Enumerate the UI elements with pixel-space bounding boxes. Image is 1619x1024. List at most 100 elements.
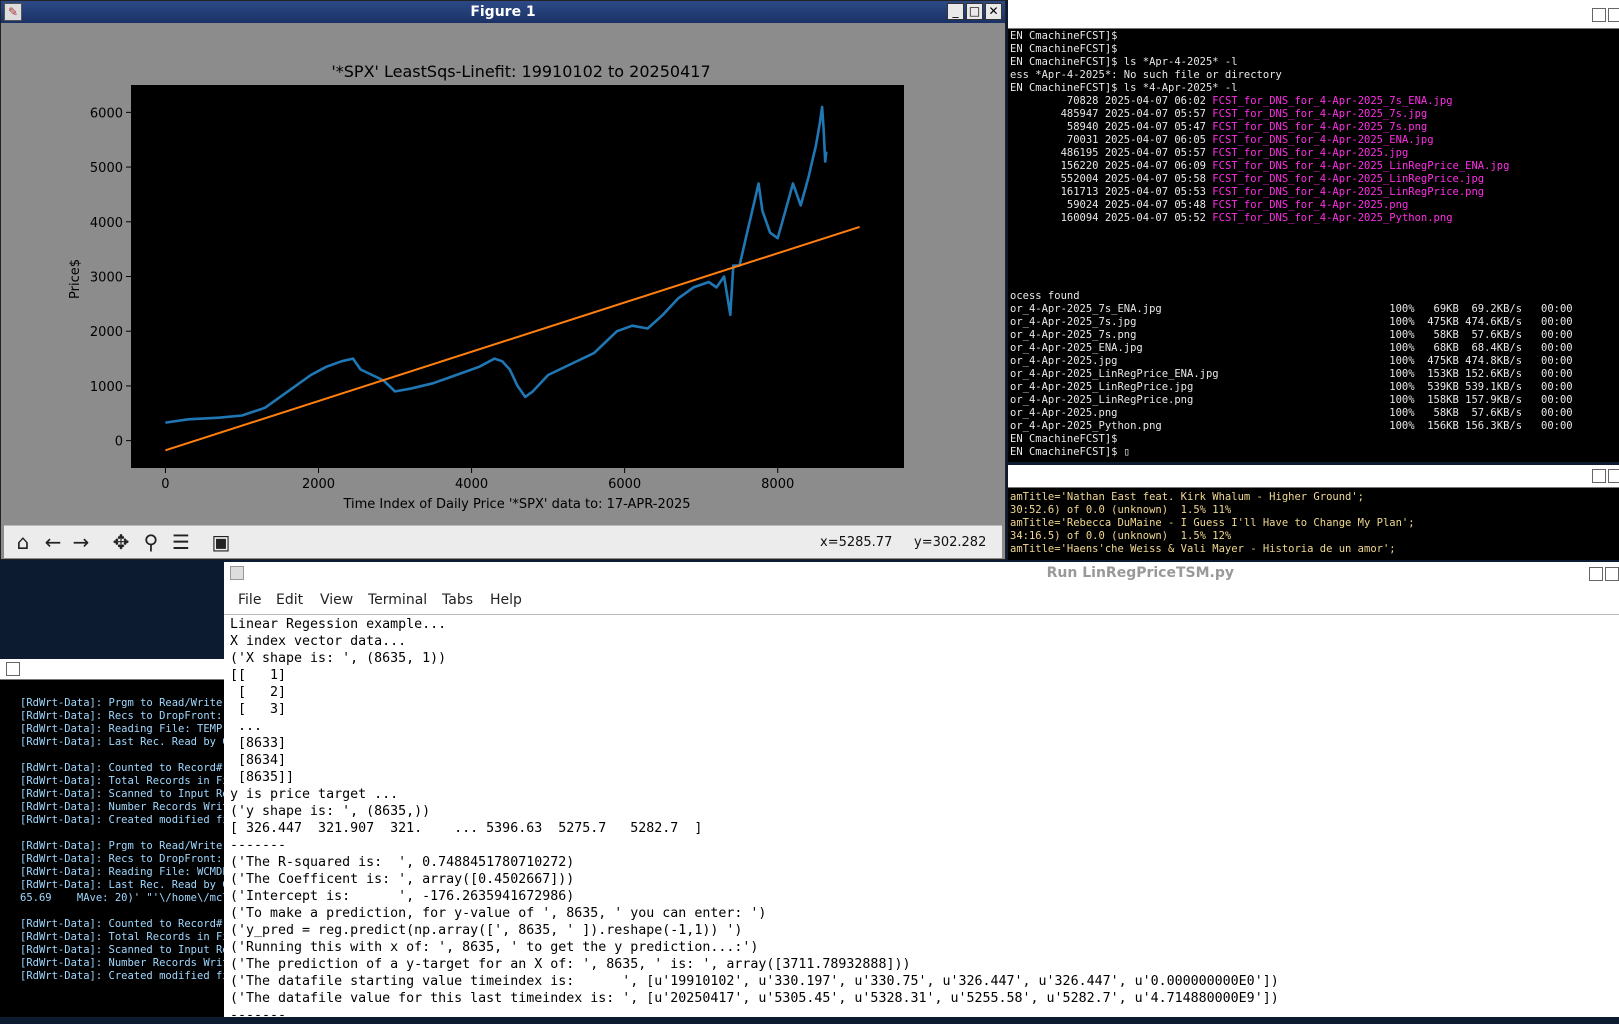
menu-edit[interactable]: Edit	[276, 592, 303, 608]
line-text: or_4-Apr-2025_LinRegPrice.png 100% 158KB…	[1010, 394, 1573, 406]
file-name: FCST_for_DNS_for_4-Apr-2025_Python.png	[1212, 212, 1453, 224]
minimize-button[interactable]	[1592, 469, 1606, 483]
terminal-line: 65.69 MAve: 20)' "'\/home\/mcl\	[20, 892, 235, 904]
back-arrow-icon[interactable]: ←	[40, 530, 66, 554]
y-axis-label: Price$	[68, 259, 83, 299]
minimize-button[interactable]	[1589, 567, 1603, 581]
terminal-line: or_4-Apr-2025_LinRegPrice.png 100% 158KB…	[1010, 394, 1619, 407]
y-tick-label: 0	[115, 435, 123, 450]
menu-file[interactable]: File	[238, 592, 261, 608]
terminal-line: ('y shape is: ', (8635,))	[230, 804, 431, 819]
terminal-titlebar[interactable]	[1008, 465, 1619, 488]
menu-help[interactable]: Help	[490, 592, 522, 608]
terminal-line: [RdWrt-Data]: Counted to Record#	[20, 762, 223, 774]
line-text: EN CmachineFCST]$	[1010, 30, 1118, 42]
terminal-titlebar[interactable]	[0, 659, 228, 680]
menu-tabs[interactable]: Tabs	[442, 592, 473, 608]
terminal-line: ('The Coefficent is: ', array([0.4502667…	[230, 872, 575, 887]
file-name: FCST_for_DNS_for_4-Apr-2025_7s_ENA.jpg	[1212, 95, 1453, 107]
save-icon[interactable]: ▣	[208, 530, 234, 554]
terminal-line: or_4-Apr-2025.png 100% 58KB 57.6KB/s 00:…	[1010, 407, 1619, 420]
terminal-titlebar[interactable]	[1008, 0, 1619, 29]
terminal-file-listing[interactable]: EN CmachineFCST]$ EN CmachineFCST]$ EN Cma…	[1008, 0, 1619, 462]
terminal-line: or_4-Apr-2025_LinRegPrice_ENA.jpg 100% 1…	[1010, 368, 1619, 381]
terminal-line: [RdWrt-Data]: Recs to DropFront:	[20, 710, 223, 722]
window-menu-icon[interactable]	[6, 662, 20, 676]
terminal-line: ('The prediction of a y-target for an X …	[230, 957, 911, 972]
terminal-line: [RdWrt-Data]: Prgm to Read/Write F	[20, 697, 235, 709]
terminal-line: 70828 2025-04-07 06:02 FCST_for_DNS_for_…	[1010, 95, 1619, 108]
maximize-button[interactable]	[1608, 8, 1619, 22]
line-text	[1010, 264, 1016, 276]
terminal-line: 552004 2025-04-07 05:58 FCST_for_DNS_for…	[1010, 173, 1619, 186]
coordinate-y: y=302.282	[914, 535, 987, 550]
terminal-line: -------	[230, 1008, 287, 1023]
line-text: 486195 2025-04-07 05:57	[1010, 147, 1213, 159]
terminal-line: or_4-Apr-2025_LinRegPrice.jpg 100% 539KB…	[1010, 381, 1619, 394]
y-tick-label: 5000	[90, 161, 123, 176]
line-text: or_4-Apr-2025.png 100% 58KB 57.6KB/s 00:…	[1010, 407, 1573, 419]
file-name: FCST_for_DNS_for_4-Apr-2025_7s.png	[1212, 121, 1428, 133]
line-text: 70828 2025-04-07 06:02	[1010, 95, 1213, 107]
terminal-line: [RdWrt-Data]: Scanned to Input Rec	[20, 788, 235, 800]
line-text: or_4-Apr-2025_7s.jpg 100% 475KB 474.6KB/…	[1010, 316, 1573, 328]
chart-canvas[interactable]: '*SPX' LeastSqs-Linefit: 19910102 to 202…	[4, 25, 1002, 523]
close-button[interactable]: ✕	[985, 3, 1002, 20]
maximize-button[interactable]	[1608, 469, 1619, 483]
terminal-line: ('The R-squared is: ', 0.748845178071027…	[230, 855, 575, 870]
terminal-line: 59024 2025-04-07 05:48 FCST_for_DNS_for_…	[1010, 199, 1619, 212]
maximize-button[interactable]	[1605, 567, 1619, 581]
terminal-linreg[interactable]: Run LinRegPriceTSM.py File Edit View Ter…	[224, 562, 1619, 1023]
x-axis-label: Time Index of Daily Price '*SPX' data to…	[342, 497, 690, 512]
terminal-line: [ 2]	[230, 685, 287, 700]
terminal-rdwrt-data[interactable]: [RdWrt-Data]: Prgm to Read/Write F [RdWrt…	[0, 659, 235, 1017]
maximize-button[interactable]: □	[966, 3, 983, 20]
line-text	[1010, 251, 1016, 263]
terminal-line: [RdWrt-Data]: Total Records in Fil	[20, 775, 235, 787]
terminal-line: or_4-Apr-2025_Python.png 100% 156KB 156.…	[1010, 420, 1619, 433]
file-name: FCST_for_DNS_for_4-Apr-2025_7s.jpg	[1212, 108, 1428, 120]
terminal-line: or_4-Apr-2025_7s.jpg 100% 475KB 474.6KB/…	[1010, 316, 1619, 329]
terminal-line: EN CmachineFCST]$ ls *Apr-4-2025* -l	[1010, 56, 1619, 69]
line-text: EN CmachineFCST]$ ▯	[1010, 446, 1131, 458]
minimize-button[interactable]	[1592, 8, 1606, 22]
terminal-line: [ 3]	[230, 702, 287, 717]
menu-view[interactable]: View	[320, 592, 353, 608]
terminal-line: EN CmachineFCST]$ ls *4-Apr-2025* -l	[1010, 82, 1619, 95]
line-text: EN CmachineFCST]$	[1010, 433, 1118, 445]
terminal-titlebar[interactable]: Run LinRegPriceTSM.py	[224, 562, 1619, 586]
terminal-line	[1010, 264, 1619, 277]
terminal-line: EN CmachineFCST]$	[1010, 30, 1619, 43]
terminal-line: Linear Regession example...	[230, 617, 447, 632]
zoom-icon[interactable]: ⚲	[138, 530, 164, 554]
menu-terminal[interactable]: Terminal	[368, 592, 427, 608]
home-icon[interactable]: ⌂	[10, 530, 36, 554]
file-name: FCST_for_DNS_for_4-Apr-2025.png	[1212, 199, 1409, 211]
terminal-line: [8633]	[230, 736, 287, 751]
terminal-line: ('Running this with x of: ', 8635, ' to …	[230, 940, 759, 955]
terminal-line: [RdWrt-Data]: Created modified fil	[20, 814, 235, 826]
line-text	[1010, 225, 1016, 237]
y-tick-label: 2000	[90, 325, 123, 340]
minimize-button[interactable]: _	[947, 3, 964, 20]
forward-arrow-icon[interactable]: →	[68, 530, 94, 554]
figure-titlebar[interactable]: ✎ Figure 1 _ □ ✕	[1, 1, 1005, 23]
file-name: FCST_for_DNS_for_4-Apr-2025_LinRegPrice.…	[1212, 173, 1485, 185]
configure-icon[interactable]: ☰	[168, 530, 194, 554]
terminal-output: amTitle='Nathan East feat. Kirk Whalum -…	[1010, 491, 1619, 556]
line-text: ocess found	[1010, 290, 1080, 302]
line-text: EN CmachineFCST]$ ls *4-Apr-2025* -l	[1010, 82, 1238, 94]
terminal-line: ocess found	[1010, 290, 1619, 303]
terminal-output: [RdWrt-Data]: Prgm to Read/Write F [RdWrt…	[20, 697, 235, 983]
terminal-line: [RdWrt-Data]: Total Records in Fil	[20, 931, 235, 943]
line-text: 552004 2025-04-07 05:58	[1010, 173, 1213, 185]
terminal-line: [RdWrt-Data]: Created modified fil	[20, 970, 235, 982]
terminal-music-player[interactable]: amTitle='Nathan East feat. Kirk Whalum -…	[1008, 465, 1619, 560]
y-tick-label: 3000	[90, 271, 123, 286]
pan-icon[interactable]: ✥	[108, 530, 134, 554]
terminal-line: ess *Apr-4-2025*: No such file or direct…	[1010, 69, 1619, 82]
line-text: 161713 2025-04-07 05:53	[1010, 186, 1213, 198]
line-text: or_4-Apr-2025.jpg 100% 475KB 474.8KB/s 0…	[1010, 355, 1573, 367]
terminal-line: [RdWrt-Data]: Counted to Record#	[20, 918, 223, 930]
